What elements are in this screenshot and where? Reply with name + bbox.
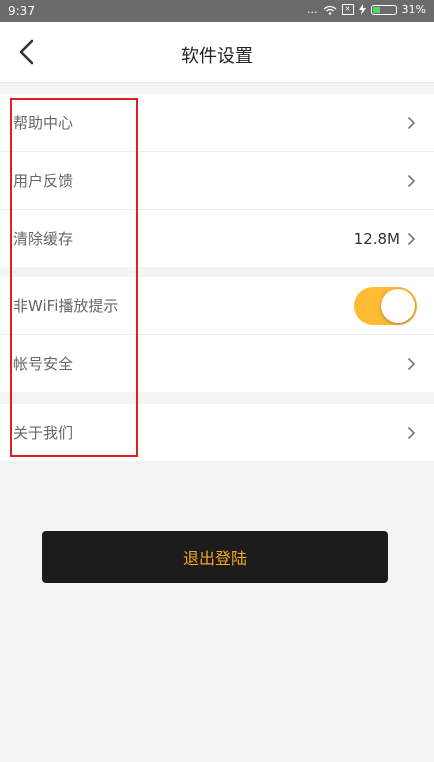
cache-size-value: 12.8M (353, 229, 400, 248)
chevron-right-icon (407, 174, 416, 187)
row-label: 帮助中心 (13, 114, 74, 132)
sim-box-icon: ✕ (341, 4, 354, 15)
row-label: 关于我们 (13, 424, 74, 442)
settings-group-2: 非WiFi播放提示 帐号安全 (0, 277, 434, 392)
status-bar: 9:37 ... ✕ 31% (0, 0, 434, 22)
chevron-right-icon (407, 357, 416, 370)
settings-row-wifi-prompt: 非WiFi播放提示 (0, 277, 434, 335)
row-label: 用户反馈 (13, 172, 74, 190)
row-label: 非WiFi播放提示 (13, 297, 119, 315)
wifi-prompt-toggle[interactable] (354, 287, 417, 325)
settings-row-account-security[interactable]: 帐号安全 (0, 335, 434, 392)
wifi-icon (323, 5, 336, 15)
chevron-right-icon (407, 116, 416, 129)
chevron-right-icon (407, 232, 416, 245)
chevron-right-icon (407, 426, 416, 439)
navbar: 软件设置 (0, 22, 434, 83)
settings-group-1: 帮助中心 用户反馈 清除缓存 12.8M (0, 94, 434, 267)
settings-group-3: 关于我们 (0, 404, 434, 461)
row-label: 帐号安全 (13, 355, 74, 373)
settings-row-feedback[interactable]: 用户反馈 (0, 152, 434, 210)
signal-dots: ... (307, 3, 318, 16)
settings-row-clear-cache[interactable]: 清除缓存 12.8M (0, 210, 434, 267)
status-icons: ... ✕ 31% (307, 3, 426, 16)
battery-fill (372, 6, 380, 13)
status-time: 9:37 (8, 4, 35, 18)
row-label: 清除缓存 (13, 230, 74, 248)
settings-row-help-center[interactable]: 帮助中心 (0, 94, 434, 152)
page-title: 软件设置 (181, 46, 253, 67)
battery-percent: 31% (401, 3, 426, 16)
charging-icon (358, 4, 366, 15)
logout-button[interactable]: 退出登陆 (42, 531, 388, 583)
settings-row-about-us[interactable]: 关于我们 (0, 404, 434, 461)
toggle-knob (381, 289, 415, 323)
battery-icon (370, 4, 397, 15)
